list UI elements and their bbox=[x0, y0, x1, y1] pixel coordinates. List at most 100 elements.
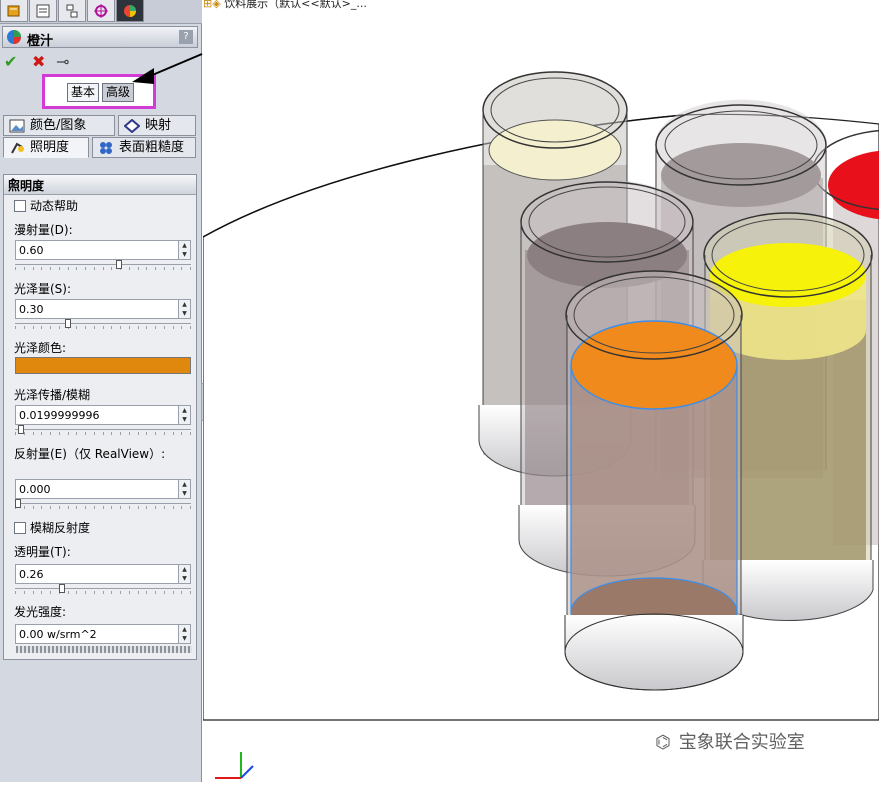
slider-tick bbox=[50, 432, 51, 435]
slider-tick bbox=[41, 506, 43, 509]
slider-tick bbox=[128, 591, 130, 594]
slider-tick bbox=[137, 326, 139, 329]
specular-input[interactable]: 0.30 ▲ ▼ bbox=[15, 299, 191, 319]
help-button[interactable]: ? bbox=[179, 30, 193, 44]
slider-tick bbox=[41, 591, 43, 594]
crosshair-icon bbox=[94, 4, 108, 18]
slider-thumb[interactable] bbox=[18, 425, 25, 434]
page-title: 橙汁 bbox=[27, 34, 54, 49]
slider-thumb[interactable] bbox=[58, 584, 65, 593]
tab-color-image[interactable]: 颜色/图象 bbox=[3, 115, 115, 136]
slider-tick bbox=[155, 506, 156, 509]
transparency-input[interactable]: 0.26 ▲ ▼ bbox=[15, 564, 191, 584]
slider-tick bbox=[41, 432, 43, 435]
slider-tick bbox=[181, 326, 183, 329]
slider-tick bbox=[155, 326, 156, 329]
group-header[interactable]: 照明度 ⌃ bbox=[4, 175, 196, 195]
slider-tick bbox=[102, 506, 104, 509]
slider-tick bbox=[172, 591, 174, 594]
slider-tick bbox=[137, 506, 139, 509]
tab-dimxpert[interactable] bbox=[87, 0, 115, 22]
slider-thumb[interactable] bbox=[15, 499, 21, 508]
slider-tick bbox=[102, 432, 104, 435]
tab-surface-finish[interactable]: 表面粗糙度 bbox=[92, 137, 196, 158]
tab-feature-manager[interactable] bbox=[0, 0, 28, 22]
slider-tick bbox=[146, 267, 148, 270]
slider-tick bbox=[128, 326, 130, 329]
specular-slider[interactable] bbox=[15, 319, 191, 329]
spread-label: 光泽传播/模糊 bbox=[14, 388, 91, 402]
slider-tick bbox=[32, 267, 34, 270]
slider-tick bbox=[58, 326, 60, 329]
slider-tick bbox=[32, 326, 34, 329]
model-render bbox=[202, 71, 879, 779]
appearance-ball-icon bbox=[7, 30, 21, 44]
slider-tick bbox=[137, 432, 139, 435]
transparency-slider[interactable] bbox=[15, 584, 191, 594]
orange-glass[interactable] bbox=[564, 270, 744, 691]
dynamic-help-checkbox[interactable]: 动态帮助 bbox=[14, 197, 78, 214]
luminous-slider[interactable] bbox=[16, 646, 192, 653]
basic-mode-button[interactable]: 基本 bbox=[67, 83, 100, 102]
slider-tick bbox=[15, 326, 16, 329]
slider-track bbox=[15, 588, 191, 589]
spin-arrows-icon[interactable]: ▲ ▼ bbox=[178, 300, 190, 318]
slider-tick bbox=[58, 432, 60, 435]
spread-slider[interactable] bbox=[15, 425, 191, 435]
tab-configuration-manager[interactable] bbox=[58, 0, 86, 22]
ok-button[interactable]: ✔ bbox=[4, 54, 17, 70]
diffuse-slider[interactable] bbox=[15, 260, 191, 270]
slider-tick bbox=[50, 326, 51, 329]
slider-tick bbox=[163, 591, 165, 594]
slider-thumb[interactable] bbox=[65, 319, 72, 328]
slider-tick bbox=[58, 506, 60, 509]
graphics-viewport[interactable] bbox=[202, 0, 879, 782]
pin-button[interactable]: ⊸ bbox=[56, 54, 69, 70]
diffuse-input[interactable]: 0.60 ▲ ▼ bbox=[15, 240, 191, 260]
luminous-input[interactable]: 0.00 w/srm^2 ▲ ▼ bbox=[15, 624, 191, 644]
slider-thumb[interactable] bbox=[115, 260, 122, 269]
property-manager: 橙汁 ? ✔ ✖ ⊸ 基本 高级 颜色/图象 映射 照明度 表面粗糙度 照明度 … bbox=[0, 0, 202, 782]
blur-reflect-checkbox[interactable]: 模糊反射度 bbox=[14, 519, 90, 536]
slider-tick bbox=[172, 267, 174, 270]
slider-tick bbox=[85, 326, 86, 329]
slider-tick bbox=[181, 506, 183, 509]
specular-color-swatch[interactable] bbox=[15, 357, 191, 374]
slider-tick bbox=[93, 506, 95, 509]
spin-arrows-icon[interactable]: ▲ ▼ bbox=[178, 565, 190, 583]
slider-tick bbox=[102, 326, 104, 329]
slider-tick bbox=[155, 267, 156, 270]
spin-arrows-icon[interactable]: ▲ ▼ bbox=[178, 241, 190, 259]
spin-arrows-icon[interactable]: ▲ ▼ bbox=[178, 625, 190, 643]
slider-tick bbox=[76, 506, 78, 509]
tab-property-manager[interactable] bbox=[29, 0, 57, 22]
spin-arrows-icon[interactable]: ▲ ▼ bbox=[178, 406, 190, 424]
slider-tick bbox=[120, 591, 121, 594]
tab-display-manager[interactable] bbox=[116, 0, 144, 22]
axis-triad-icon bbox=[215, 752, 254, 779]
collapse-chevron-icon[interactable]: ⌃ bbox=[8, 176, 192, 190]
slider-tick bbox=[58, 267, 60, 270]
surface-finish-icon bbox=[100, 142, 112, 154]
reflect-input[interactable]: 0.000 ▲ ▼ bbox=[15, 479, 191, 499]
slider-tick bbox=[93, 326, 95, 329]
slider-tick bbox=[181, 591, 183, 594]
spin-arrows-icon[interactable]: ▲ ▼ bbox=[178, 480, 190, 498]
slider-tick bbox=[76, 432, 78, 435]
slider-tick bbox=[111, 506, 113, 509]
slider-tick bbox=[85, 506, 86, 509]
slider-track bbox=[15, 429, 191, 430]
tab-illumination[interactable]: 照明度 bbox=[3, 137, 89, 158]
image-icon bbox=[9, 119, 25, 133]
slider-tick bbox=[128, 267, 130, 270]
reflect-slider[interactable] bbox=[15, 499, 191, 509]
spread-input[interactable]: 0.0199999996 ▲ ▼ bbox=[15, 405, 191, 425]
feature-tree-breadcrumb[interactable]: ⊞◈ 饮料展示（默认<<默认>_... bbox=[203, 0, 367, 11]
slider-tick bbox=[181, 267, 183, 270]
specular-label: 光泽量(S): bbox=[14, 282, 72, 296]
slider-tick bbox=[155, 591, 156, 594]
slider-tick bbox=[172, 506, 174, 509]
cancel-button[interactable]: ✖ bbox=[32, 54, 45, 70]
tab-mapping[interactable]: 映射 bbox=[118, 115, 196, 136]
slider-tick bbox=[23, 267, 25, 270]
